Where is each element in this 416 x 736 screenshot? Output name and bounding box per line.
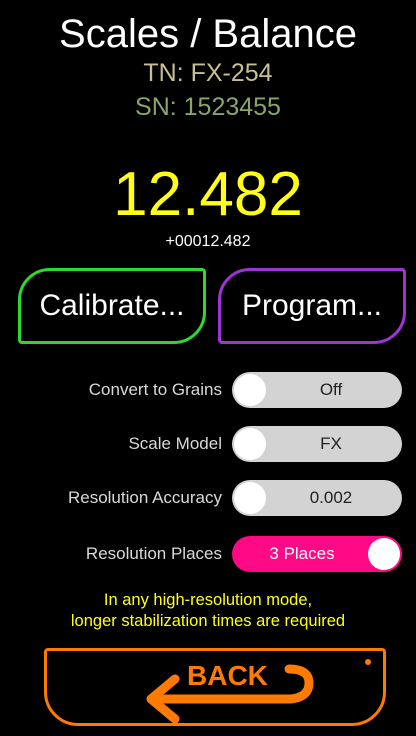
toggle-knob <box>234 374 266 406</box>
screen: Scales / Balance TN: FX-254 SN: 1523455 … <box>0 0 416 736</box>
serial-number: SN: 1523455 <box>135 93 281 121</box>
toggle-value: Off <box>319 380 343 399</box>
toggle-value: FX <box>320 434 342 453</box>
raw-reading: +00012.482 <box>165 233 251 250</box>
convert-to-grains-toggle[interactable]: Off <box>232 372 402 408</box>
type-number: TN: FX-254 <box>143 59 273 87</box>
back-button[interactable]: BACK <box>44 648 386 726</box>
toggle-value: 0.002 <box>309 488 353 507</box>
note-line-2: longer stabilization times are required <box>70 612 346 630</box>
convert-to-grains-label: Convert to Grains <box>88 380 222 399</box>
corner-dot <box>365 659 371 665</box>
weight-reading: 12.482 <box>113 160 303 229</box>
scale-model-toggle[interactable]: FX <box>232 426 402 462</box>
note-line-1: In any high-resolution mode, <box>103 591 313 609</box>
toggle-value: 3 Places <box>269 544 335 563</box>
program-button[interactable]: Program... <box>218 268 406 344</box>
resolution-accuracy-label: Resolution Accuracy <box>67 488 222 507</box>
toggle-knob <box>368 538 400 570</box>
stabilization-note: In any high-resolution mode, longer stab… <box>0 590 416 632</box>
resolution-places-toggle[interactable]: 3 Places <box>232 536 402 572</box>
calibrate-button[interactable]: Calibrate... <box>18 268 206 344</box>
resolution-places-label: Resolution Places <box>85 544 222 563</box>
back-label: BACK <box>187 660 268 691</box>
resolution-accuracy-toggle[interactable]: 0.002 <box>232 480 402 516</box>
page-title: Scales / Balance <box>59 12 357 56</box>
toggle-knob <box>234 428 266 460</box>
toggle-knob <box>234 482 266 514</box>
scale-model-label: Scale Model <box>128 434 222 453</box>
